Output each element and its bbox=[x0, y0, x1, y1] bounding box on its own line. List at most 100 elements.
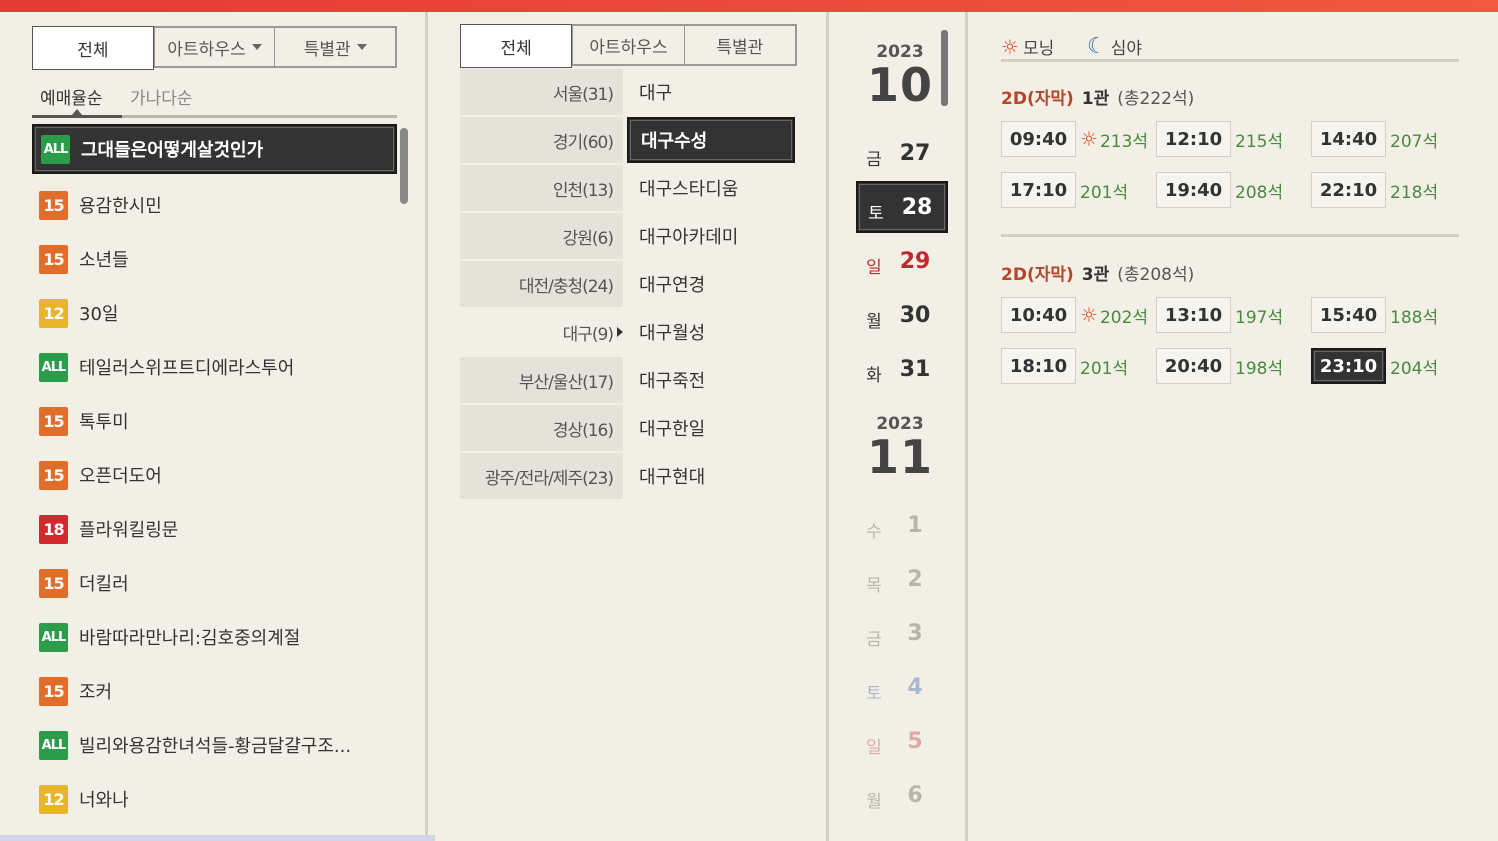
movie-tab-1[interactable]: 아트하우스 bbox=[153, 28, 275, 66]
movie-item[interactable]: 15 용감한시민 bbox=[32, 178, 397, 232]
branch-item[interactable]: 대구죽전 bbox=[627, 357, 795, 403]
branch-item[interactable]: 대구스타디움 bbox=[627, 165, 795, 211]
branch-item[interactable]: 대구수성 bbox=[627, 117, 795, 163]
date-item[interactable]: 토4 bbox=[856, 661, 948, 713]
region-item[interactable]: 대전/충청(24) bbox=[460, 261, 623, 307]
horizontal-scrollbar[interactable] bbox=[0, 835, 435, 841]
showtime-slot[interactable]: 23:10 204석 bbox=[1311, 348, 1465, 384]
theater-tab-0[interactable]: 전체 bbox=[460, 24, 573, 68]
movie-tab-0[interactable]: 전체 bbox=[32, 26, 154, 70]
date-day: 2 bbox=[907, 566, 923, 592]
showtime-slot[interactable]: 17:10 201석 bbox=[1001, 172, 1155, 208]
showtime-slot[interactable]: 19:40 208석 bbox=[1156, 172, 1310, 208]
movie-item[interactable]: ALL 빌리와용감한녀석들-황금달걀구조... bbox=[32, 718, 397, 772]
showtime-time: 19:40 bbox=[1156, 172, 1231, 208]
theater-tab-2[interactable]: 특별관 bbox=[683, 26, 795, 64]
date-day: 6 bbox=[907, 782, 923, 808]
movie-item[interactable]: 15 더킬러 bbox=[32, 556, 397, 610]
region-item[interactable]: 경기(60) bbox=[460, 117, 623, 163]
date-day: 27 bbox=[899, 140, 931, 166]
sort-by-booking[interactable]: 예매율순 bbox=[40, 84, 103, 109]
hall-title: 2D(자막) 1관 (총222석) bbox=[1001, 83, 1459, 109]
date-item[interactable]: 금3 bbox=[856, 607, 948, 659]
branch-item[interactable]: 대구월성 bbox=[627, 309, 795, 355]
showtime-time: 13:10 bbox=[1156, 297, 1231, 333]
region-item[interactable]: 부산/울산(17) bbox=[460, 357, 623, 403]
branch-item[interactable]: 대구연경 bbox=[627, 261, 795, 307]
region-label: 대구(9) bbox=[562, 324, 614, 345]
sort-by-name[interactable]: 가나다순 bbox=[130, 84, 193, 109]
showtime-slot[interactable]: 14:40 207석 bbox=[1311, 121, 1465, 157]
date-item[interactable]: 일5 bbox=[856, 715, 948, 767]
region-item[interactable]: 경상(16) bbox=[460, 405, 623, 451]
showtime-seats: 197석 bbox=[1235, 303, 1283, 328]
movie-title: 테일러스위프트디에라스투어 bbox=[79, 358, 295, 379]
movie-item[interactable]: 15 톡투미 bbox=[32, 394, 397, 448]
date-item[interactable]: 월6 bbox=[856, 769, 948, 821]
branch-item[interactable]: 대구현대 bbox=[627, 453, 795, 499]
sort-pointer-icon bbox=[72, 109, 82, 115]
region-label: 부산/울산(17) bbox=[518, 372, 614, 393]
movie-item[interactable]: 12 30일 bbox=[32, 286, 397, 340]
date-day: 5 bbox=[907, 728, 923, 754]
showtime-slot[interactable]: 13:10 197석 bbox=[1156, 297, 1310, 333]
movie-title: 용감한시민 bbox=[79, 196, 162, 217]
date-scrollbar[interactable] bbox=[941, 30, 948, 106]
showtime-slot[interactable]: 15:40 188석 bbox=[1311, 297, 1465, 333]
movie-item[interactable]: 18 플라워킬링문 bbox=[32, 502, 397, 556]
movie-item[interactable]: ALL 그대들은어떻게살것인가 bbox=[32, 124, 397, 174]
movie-item[interactable]: 15 오픈더도어 bbox=[32, 448, 397, 502]
showtime-slot[interactable]: 10:40 ☼ 202석 bbox=[1001, 297, 1155, 333]
showtime-slot[interactable]: 12:10 215석 bbox=[1156, 121, 1310, 157]
showtime-seats: 198석 bbox=[1235, 354, 1283, 379]
showtime-time: 09:40 bbox=[1001, 121, 1076, 157]
date-weekday: 월 bbox=[866, 791, 882, 812]
showtime-slot[interactable]: 22:10 218석 bbox=[1311, 172, 1465, 208]
legend-morning: ☼ 모닝 bbox=[1001, 34, 1054, 60]
movie-column: 전체 아트하우스 특별관 예매율순 가나다순 ALL 그대들은어떻게살것인가 15 용감한… bbox=[0, 12, 428, 841]
date-item[interactable]: 금 27 bbox=[856, 127, 948, 179]
region-item[interactable]: 광주/전라/제주(23) bbox=[460, 453, 623, 499]
showtime-time: 22:10 bbox=[1311, 172, 1386, 208]
movie-item[interactable]: ALL 바람따라만나리:김호중의계절 bbox=[32, 610, 397, 664]
theater-row: 부산/울산(17) 대구죽전 bbox=[460, 357, 795, 405]
seats-remaining: 218석 bbox=[1390, 182, 1439, 203]
movie-list-scrollbar[interactable] bbox=[400, 128, 408, 204]
branch-item[interactable]: 대구아카데미 bbox=[627, 213, 795, 259]
showtime-seats: 207석 bbox=[1390, 127, 1438, 152]
region-item[interactable]: 서울(31) bbox=[460, 69, 623, 115]
date-item[interactable]: 수1 bbox=[856, 499, 948, 551]
theater-tab-1[interactable]: 아트하우스 bbox=[572, 26, 684, 64]
theater-region-list: 서울(31) 대구경기(60) 대구수성 인천(13) 대구스타디움 강원(6) 대구아카데… bbox=[460, 69, 795, 501]
region-item[interactable]: 대구(9) bbox=[460, 309, 623, 355]
showtime-time: 17:10 bbox=[1001, 172, 1076, 208]
movie-item[interactable]: 15 조커 bbox=[32, 664, 397, 718]
branch-label: 대구아카데미 bbox=[639, 227, 739, 248]
branch-item[interactable]: 대구 bbox=[627, 69, 795, 115]
movie-title: 너와나 bbox=[79, 790, 129, 811]
rating-badge-icon: 15 bbox=[39, 406, 68, 436]
theater-tabs: 전체 아트하우스 특별관 bbox=[460, 24, 797, 68]
showtime-slot[interactable]: 09:40 ☼ 213석 bbox=[1001, 121, 1155, 157]
seats-remaining: 207석 bbox=[1390, 131, 1439, 152]
theater-row: 경기(60) 대구수성 bbox=[460, 117, 795, 165]
showtime-seats: ☼ 202석 bbox=[1080, 303, 1148, 328]
date-item[interactable]: 화 31 bbox=[856, 343, 948, 395]
date-item[interactable]: 목2 bbox=[856, 553, 948, 605]
rating-badge-icon: 15 bbox=[39, 568, 68, 598]
showtime-slot[interactable]: 18:10 201석 bbox=[1001, 348, 1155, 384]
hall-name: 1관 bbox=[1081, 88, 1110, 109]
branch-item[interactable]: 대구한일 bbox=[627, 405, 795, 451]
date-item[interactable]: 월 30 bbox=[856, 289, 948, 341]
date-item[interactable]: 토 28 bbox=[856, 181, 948, 233]
movie-item[interactable]: 12 너와나 bbox=[32, 772, 397, 826]
date-item[interactable]: 일 29 bbox=[856, 235, 948, 287]
branch-label: 대구 bbox=[639, 83, 673, 104]
movie-item[interactable]: 15 소년들 bbox=[32, 232, 397, 286]
region-item[interactable]: 강원(6) bbox=[460, 213, 623, 259]
movie-tab-2[interactable]: 특별관 bbox=[274, 28, 396, 66]
region-item[interactable]: 인천(13) bbox=[460, 165, 623, 211]
showtime-seats: 201석 bbox=[1080, 178, 1128, 203]
showtime-slot[interactable]: 20:40 198석 bbox=[1156, 348, 1310, 384]
movie-item[interactable]: ALL 테일러스위프트디에라스투어 bbox=[32, 340, 397, 394]
